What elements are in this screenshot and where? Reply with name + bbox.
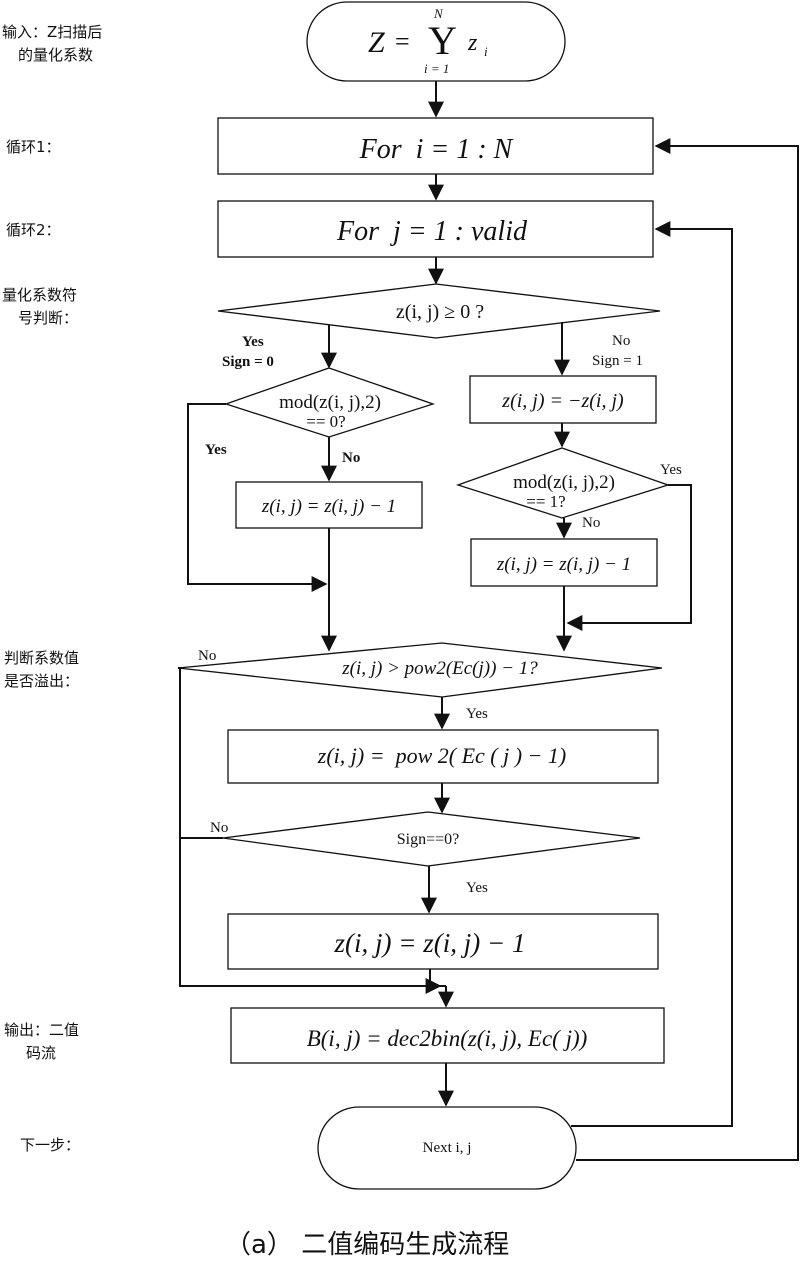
- label-sign0-yes: Yes: [466, 880, 488, 896]
- start-upper: N: [433, 6, 444, 21]
- side-label-input-2: 的量化系数: [18, 46, 93, 64]
- label-mod1-no: No: [582, 515, 600, 531]
- mod1-line1: mod(z(i, j),2): [513, 472, 615, 493]
- decrement-left-box: z(i, j) = z(i, j) − 1: [235, 481, 423, 529]
- label-sign-yes: Yes: [242, 334, 264, 350]
- clamp-box: z(i, j) = pow 2( Ec ( j ) − 1): [227, 729, 659, 784]
- mod0-decision: mod(z(i, j),2) == 0?: [223, 367, 436, 438]
- negate-box: z(i, j) = −z(i, j): [469, 375, 657, 424]
- negate-text: z(i, j) = −z(i, j): [501, 390, 624, 412]
- loop-i-text: For i = 1 : N: [359, 134, 514, 165]
- mod0-line2: == 0?: [306, 412, 345, 431]
- label-sign-yes-sign0: Sign = 0: [222, 354, 274, 370]
- side-label-loop2: 循环2：: [6, 221, 61, 239]
- overflow-decision: z(i, j) > pow2(Ec(j)) − 1?: [177, 642, 663, 698]
- side-label-output-1: 输出：二值: [4, 1021, 79, 1039]
- start-operator: Y: [428, 18, 457, 63]
- label-sign-no-sign1: Sign = 1: [592, 353, 643, 369]
- label-mod0-no: No: [342, 450, 360, 466]
- side-label-overflow-1: 判断系数值: [4, 649, 79, 667]
- loop-i-box: For i = 1 : N: [217, 117, 654, 175]
- loop-j-text: For j = 1 : valid: [336, 216, 528, 247]
- label-mod0-yes: Yes: [205, 442, 227, 458]
- label-overflow-no: No: [198, 648, 216, 664]
- start-lower: i = 1: [424, 61, 449, 76]
- mod1-decision: mod(z(i, j),2) == 1?: [455, 447, 671, 519]
- side-label-sign-2: 号判断：: [18, 309, 78, 327]
- label-overflow-yes: Yes: [466, 706, 488, 722]
- decrement-final-text: z(i, j) = z(i, j) − 1: [334, 928, 526, 958]
- label-mod1-yes: Yes: [660, 462, 682, 478]
- sign0-text: Sign==0?: [397, 831, 460, 848]
- output-box: B(i, j) = dec2bin(z(i, j), Ec( j)): [230, 1007, 665, 1064]
- loop-j-box: For j = 1 : valid: [217, 200, 654, 258]
- sign0-decision: Sign==0?: [222, 811, 641, 867]
- side-label-next: 下一步：: [20, 1136, 80, 1154]
- label-sign0-no: No: [210, 820, 228, 836]
- next-terminator: Next i, j: [317, 1106, 577, 1190]
- side-label-output-2: 码流: [26, 1044, 56, 1062]
- output-text: B(i, j) = dec2bin(z(i, j), Ec( j)): [307, 1026, 588, 1051]
- overflow-decision-text: z(i, j) > pow2(Ec(j)) − 1?: [341, 658, 538, 679]
- sign-decision: z(i, j) ≥ 0 ?: [217, 283, 661, 339]
- start-eq: =: [395, 27, 410, 56]
- mod1-line2: == 1?: [526, 492, 565, 511]
- mod0-line1: mod(z(i, j),2): [279, 392, 381, 413]
- next-text: Next i, j: [423, 1140, 472, 1156]
- sign-decision-text: z(i, j) ≥ 0 ?: [396, 301, 484, 323]
- label-sign-no: No: [612, 333, 630, 349]
- clamp-text: z(i, j) = pow 2( Ec ( j ) − 1): [317, 743, 566, 768]
- decrement-right-box: z(i, j) = z(i, j) − 1: [470, 538, 658, 587]
- start-terminator: Z = Y N i = 1 z i: [306, 1, 566, 82]
- decrement-final-box: z(i, j) = z(i, j) − 1: [227, 913, 659, 970]
- side-label-sign-1: 量化系数符: [2, 286, 77, 304]
- flowchart: 输入：Z扫描后 的量化系数 循环1： 循环2： 量化系数符 号判断： 判断系数值…: [2, 1, 799, 1260]
- start-sub: i: [484, 44, 488, 59]
- decrement-right-text: z(i, j) = z(i, j) − 1: [496, 554, 631, 575]
- side-label-input-1: 输入：Z扫描后: [2, 23, 102, 41]
- figure-caption: （a） 二值编码生成流程: [225, 1230, 509, 1260]
- side-label-overflow-2: 是否溢出：: [4, 672, 79, 690]
- start-term: z: [467, 30, 478, 56]
- decrement-left-text: z(i, j) = z(i, j) − 1: [261, 496, 396, 517]
- start-lhs: Z: [368, 26, 385, 59]
- side-label-loop1: 循环1：: [6, 138, 61, 156]
